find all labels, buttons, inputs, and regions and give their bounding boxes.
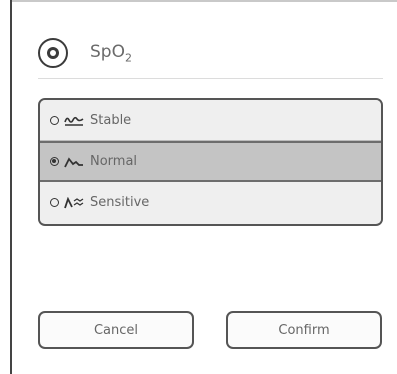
dialog-title: SpO2 <box>90 41 132 65</box>
option-label: Stable <box>90 112 132 128</box>
option-label: Sensitive <box>90 195 150 210</box>
spo2-parameter-icon <box>38 38 68 68</box>
sensitive-waveform-icon <box>64 196 84 208</box>
window-frame-left <box>10 0 12 374</box>
option-sensitive[interactable]: Sensitive <box>40 182 381 223</box>
window-frame-top <box>10 0 397 2</box>
option-normal[interactable]: Normal <box>40 141 381 182</box>
radio-stable[interactable] <box>50 115 59 125</box>
radio-sensitive[interactable] <box>50 198 59 207</box>
header-divider <box>38 78 383 79</box>
option-label: Normal <box>90 154 138 169</box>
stable-waveform-icon <box>64 116 84 126</box>
sensitivity-option-list: Stable Normal Sensitive <box>38 98 383 226</box>
cancel-button[interactable]: Cancel <box>38 311 194 349</box>
normal-waveform-icon <box>64 156 83 167</box>
radio-normal[interactable] <box>50 157 59 166</box>
confirm-button[interactable]: Confirm <box>226 311 382 349</box>
option-stable[interactable]: Stable <box>40 100 381 141</box>
dialog-header: SpO2 <box>38 33 383 73</box>
